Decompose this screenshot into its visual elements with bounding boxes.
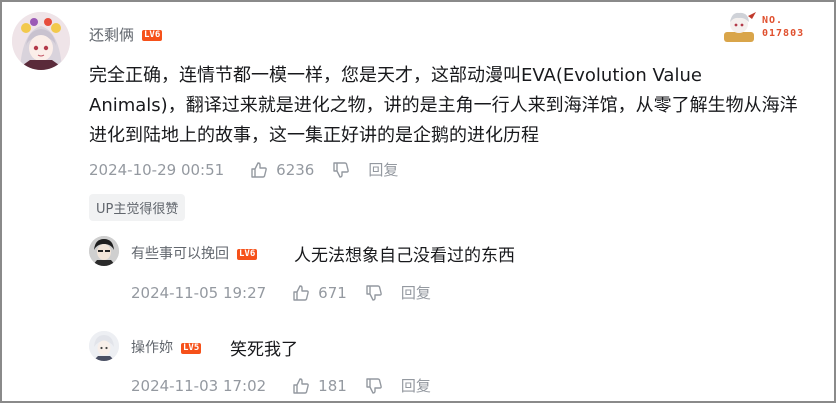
fan-number: NO. 017803 [762,15,805,39]
character-avatar-icon [89,236,119,266]
anime-girl-avatar-icon [12,12,70,70]
dislike-button[interactable] [332,161,350,179]
like-count: 671 [318,283,347,302]
reply-button[interactable]: 回复 [401,375,431,396]
avatar[interactable] [89,236,119,266]
dislike-button[interactable] [365,284,383,302]
level-badge: LV6 [142,30,163,41]
timestamp: 2024-10-29 00:51 [89,160,225,179]
avatar[interactable] [89,331,119,361]
like-button[interactable]: 181 [292,377,347,395]
dislike-button[interactable] [365,377,383,395]
reply-username[interactable]: 操作妳 LV5 [131,337,202,357]
thumbs-down-icon [333,161,350,178]
comment-username[interactable]: 还剩俩 LV6 [89,24,163,45]
level-badge: LV5 [181,342,202,354]
thumbs-up-icon [293,284,309,301]
reply-username[interactable]: 有些事可以挽回 LV6 [131,243,258,263]
comment-content: 完全正确，连情节都一模一样，您是天才，这部动漫叫EVA(Evolution Va… [89,65,798,146]
like-button[interactable]: 671 [292,284,347,302]
reply-meta: 2024-11-05 19:27 671 回复 [131,282,431,303]
fan-mascot-icon [724,12,756,42]
reply-content: 人无法想象自己没看过的东西 [294,246,515,266]
avatar[interactable] [12,12,70,70]
thumbs-down-icon [366,284,382,301]
comment-meta: 2024-10-29 00:51 6236 回复 [89,159,398,180]
reply-meta: 2024-11-03 17:02 181 回复 [131,375,431,396]
thumbs-up-icon [251,161,267,178]
reply-content: 笑死我了 [230,340,298,360]
timestamp: 2024-11-03 17:02 [131,376,267,395]
up-liked-badge: UP主觉得很赞 [89,194,186,221]
comment-thread: 还剩俩 LV6 NO. 017803 完全正确，连情节都一模一样，您是天才，这部动… [0,0,836,403]
like-count: 181 [318,376,347,395]
thumbs-down-icon [366,377,382,394]
timestamp: 2024-11-05 19:27 [131,283,267,302]
reply-button[interactable]: 回复 [368,159,398,180]
character-avatar-icon [89,331,119,361]
like-button[interactable]: 6236 [250,161,314,179]
reply-button[interactable]: 回复 [401,282,431,303]
like-count: 6236 [276,160,315,179]
level-badge: LV6 [237,248,258,260]
thumbs-up-icon [293,377,309,394]
